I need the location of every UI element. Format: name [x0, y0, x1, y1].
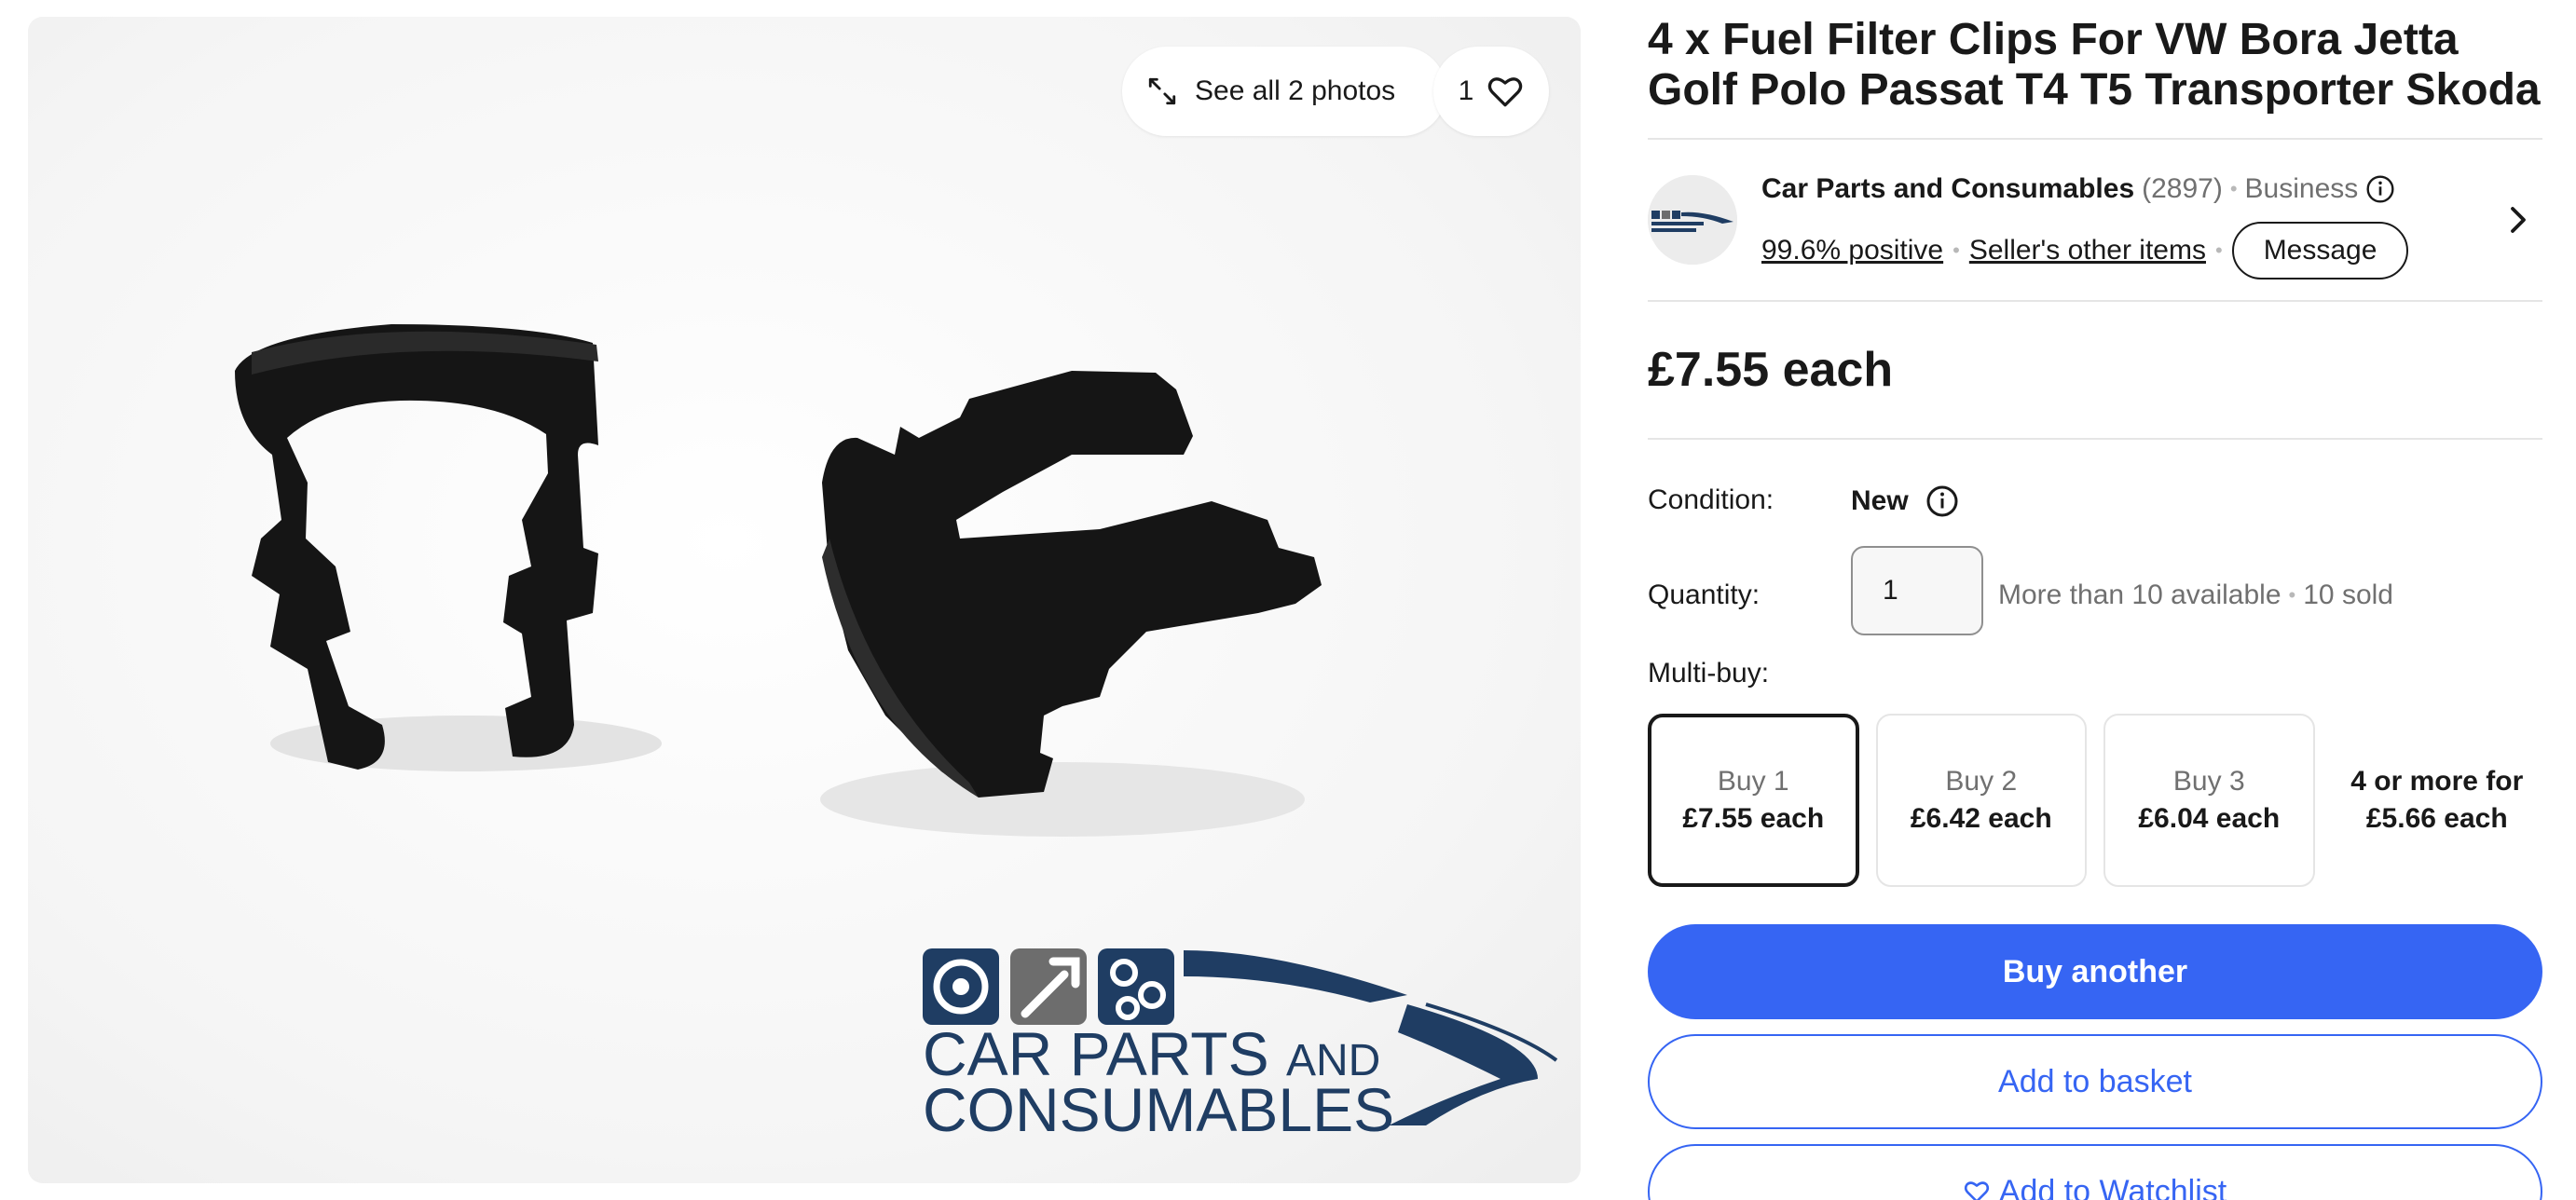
- seller-name[interactable]: Car Parts and Consumables: [1761, 173, 2134, 205]
- add-to-watchlist-button[interactable]: Add to Watchlist: [1648, 1144, 2542, 1200]
- info-icon[interactable]: [2365, 174, 2395, 204]
- listing-panel: 4 x Fuel Filter Clips For VW Bora Jetta …: [1648, 0, 2542, 1200]
- tier-price: £7.55 each: [1682, 803, 1825, 834]
- multibuy-label: Multi-buy:: [1648, 658, 1770, 689]
- seller-feedback-count: (2897): [2142, 173, 2223, 204]
- info-icon[interactable]: [1925, 484, 1959, 518]
- tier-price: £6.04 each: [2138, 803, 2281, 834]
- see-all-photos-button[interactable]: See all 2 photos: [1122, 47, 1446, 136]
- message-button[interactable]: Message: [2231, 222, 2409, 280]
- price: £7.55 each: [1648, 343, 1894, 397]
- condition-value: New: [1851, 485, 1909, 516]
- separator-dot: •: [2229, 177, 2238, 200]
- separator-dot: •: [2288, 583, 2296, 607]
- product-image[interactable]: CAR PARTS AND CONSUMABLES: [28, 17, 1581, 1183]
- quantity-available: More than 10 available: [1998, 580, 2281, 610]
- seller-logo-icon: [1648, 175, 1737, 265]
- multibuy-options: Buy 1 £7.55 each Buy 2 £6.42 each Buy 3 …: [1648, 714, 2542, 887]
- image-gallery[interactable]: CAR PARTS AND CONSUMABLES See all 2 phot…: [28, 17, 1581, 1183]
- add-to-watchlist-label: Add to Watchlist: [1998, 1173, 2227, 1200]
- separator-dot: •: [2214, 239, 2223, 262]
- logo-text-line2: CONSUMABLES: [923, 1075, 1394, 1144]
- like-button[interactable]: 1: [1433, 47, 1549, 136]
- like-count: 1: [1458, 75, 1474, 106]
- tier-qty: Buy 2: [1945, 766, 2018, 797]
- tier-qty: Buy 3: [2172, 766, 2245, 797]
- listing-title: 4 x Fuel Filter Clips For VW Bora Jetta …: [1648, 15, 2541, 115]
- tier-qty: Buy 1: [1717, 766, 1789, 797]
- seller-type: Business: [2244, 173, 2359, 204]
- seller-positive-link[interactable]: 99.6% positive: [1761, 235, 1943, 266]
- quantity-input[interactable]: 1: [1851, 546, 1983, 635]
- multibuy-tier-more: 4 or more for £5.66 each: [2350, 766, 2524, 834]
- quantity-row: Quantity: 1 More than 10 available • 10 …: [1648, 546, 2542, 652]
- condition-label: Condition:: [1648, 484, 1774, 515]
- heart-icon: [1964, 1181, 1989, 1200]
- quantity-sold: 10 sold: [2303, 580, 2393, 610]
- multibuy-tier-2[interactable]: Buy 2 £6.42 each: [1875, 714, 2088, 887]
- separator-dot: •: [1953, 239, 1960, 262]
- add-to-basket-button[interactable]: Add to basket: [1648, 1034, 2542, 1129]
- heart-icon: [1488, 77, 1523, 107]
- condition-row: Condition: New: [1648, 440, 2542, 546]
- seller-other-items-link[interactable]: Seller's other items: [1969, 235, 2206, 266]
- buy-another-button[interactable]: Buy another: [1648, 924, 2542, 1019]
- multibuy-tier-1[interactable]: Buy 1 £7.55 each: [1648, 714, 1859, 887]
- tier-price: £6.42 each: [1910, 803, 2052, 834]
- seller-card[interactable]: Car Parts and Consumables (2897) • Busin…: [1648, 140, 2542, 300]
- seller-avatar[interactable]: [1648, 175, 1737, 265]
- expand-icon: [1148, 77, 1176, 105]
- see-all-photos-label: See all 2 photos: [1195, 75, 1396, 106]
- quantity-label: Quantity:: [1648, 580, 1761, 610]
- chevron-right-icon[interactable]: [2501, 203, 2535, 237]
- multibuy-tier-3[interactable]: Buy 3 £6.04 each: [2103, 714, 2315, 887]
